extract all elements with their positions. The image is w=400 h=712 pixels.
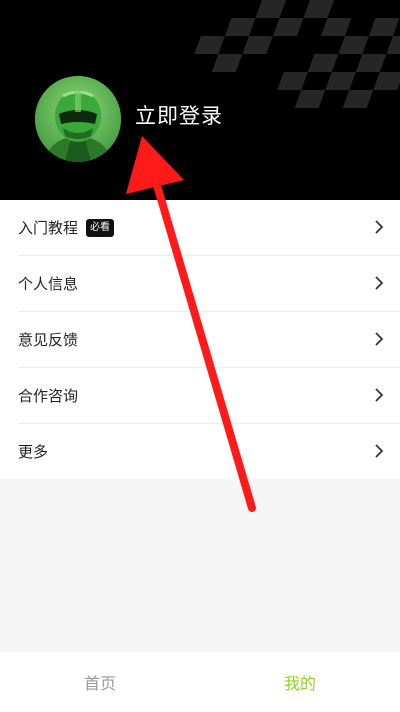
bottom-tab-bar: 首页 我的 (0, 652, 400, 712)
chevron-right-icon (375, 276, 384, 290)
menu-item-cooperation[interactable]: 合作咨询 (18, 368, 400, 424)
menu-item-more[interactable]: 更多 (18, 424, 400, 479)
menu-item-personal-info[interactable]: 个人信息 (18, 256, 400, 312)
login-button[interactable]: 立即登录 (135, 100, 223, 130)
menu-item-label: 意见反馈 (18, 331, 79, 349)
settings-menu: 入门教程 必看 个人信息 意见反馈 合作咨询 更多 (0, 200, 400, 479)
chevron-right-icon (375, 220, 384, 234)
profile-header: 立即登录 (0, 0, 400, 200)
menu-item-label: 更多 (18, 443, 49, 461)
avatar[interactable] (35, 76, 121, 162)
menu-item-tutorial[interactable]: 入门教程 必看 (18, 200, 400, 256)
chevron-right-icon (375, 388, 384, 402)
menu-item-label: 合作咨询 (18, 387, 79, 405)
chevron-right-icon (375, 332, 384, 346)
must-read-badge: 必看 (86, 218, 115, 237)
tab-home[interactable]: 首页 (0, 652, 200, 712)
menu-item-feedback[interactable]: 意见反馈 (18, 312, 400, 368)
chevron-right-icon (375, 444, 384, 458)
racing-driver-avatar-icon (35, 76, 121, 162)
menu-item-label: 入门教程 (18, 219, 79, 237)
tab-mine[interactable]: 我的 (200, 652, 400, 712)
menu-item-label: 个人信息 (18, 275, 79, 293)
